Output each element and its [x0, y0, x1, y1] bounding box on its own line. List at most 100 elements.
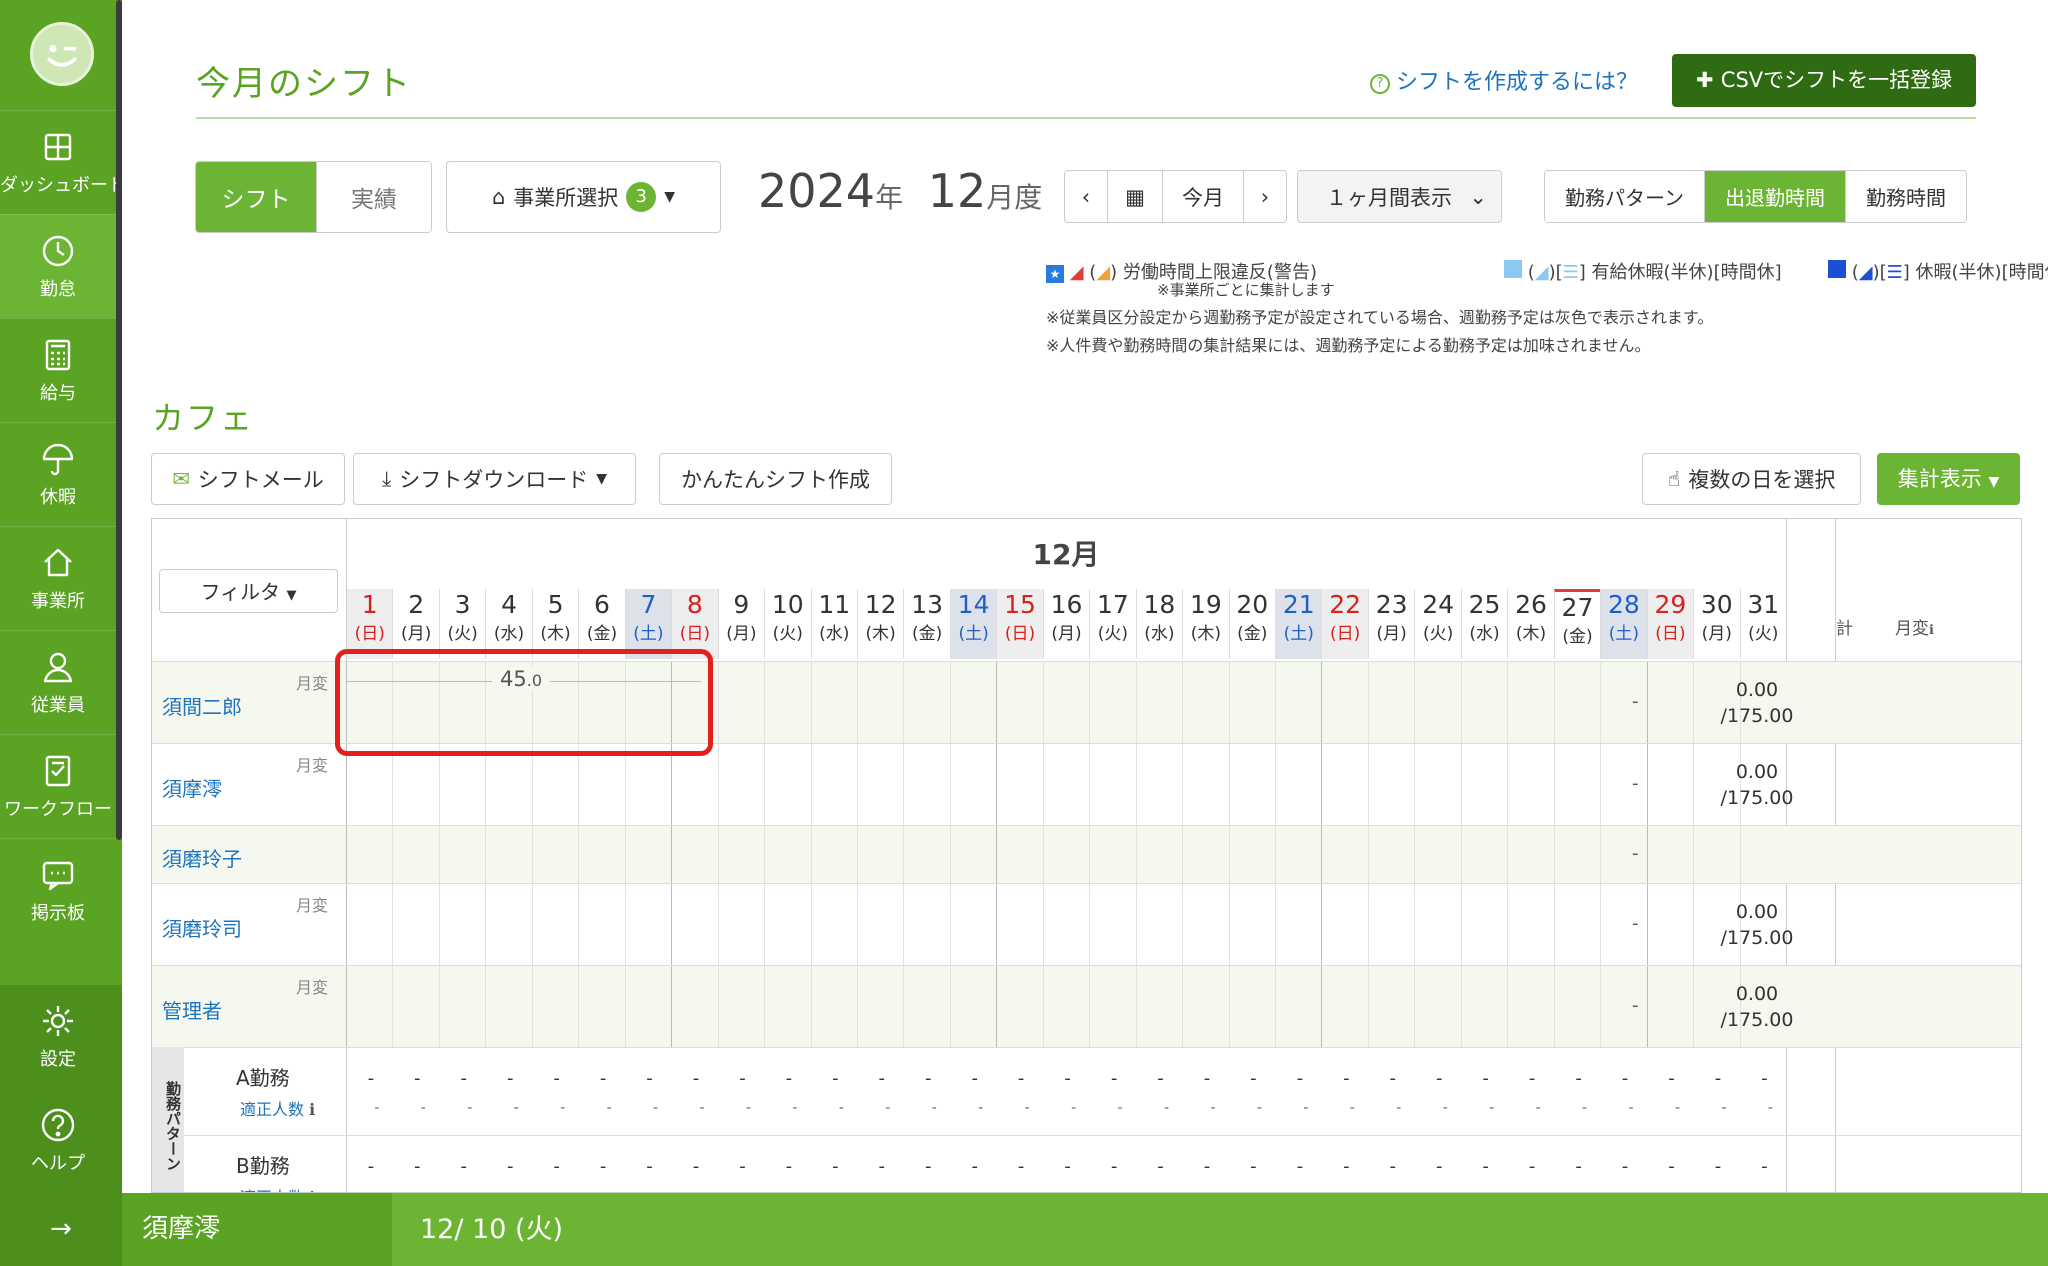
day-header[interactable]: 28 (土) — [1600, 589, 1647, 659]
calendar-button[interactable]: ▦ — [1107, 170, 1163, 223]
office-count-badge: 3 — [626, 182, 657, 212]
grid-line — [1089, 966, 1091, 1047]
easy-shift-button[interactable]: かんたんシフト作成 — [659, 453, 892, 505]
sidebar-item-settings[interactable]: 設定 — [0, 985, 116, 1089]
employee-name-link[interactable]: 管理者 — [162, 995, 222, 1024]
day-header[interactable]: 22 (日) — [1321, 589, 1368, 659]
shift-cells[interactable] — [346, 966, 1786, 1047]
sidebar-item-home[interactable]: 事業所 — [0, 526, 116, 630]
grid-line — [1089, 826, 1091, 883]
sidebar-item-chat[interactable]: 掲示板 — [0, 838, 116, 942]
day-header[interactable]: 26 (木) — [1507, 589, 1553, 659]
day-header[interactable]: 24 (火) — [1414, 589, 1460, 659]
grid-line — [392, 966, 394, 1047]
day-header[interactable]: 16 (月) — [1042, 589, 1089, 659]
grid-line — [856, 744, 858, 825]
sidebar-item-calculator[interactable]: 給与 — [0, 318, 116, 422]
day-header[interactable]: 4 (水) — [485, 589, 531, 659]
day-header[interactable]: 10 (火) — [764, 589, 810, 659]
day-header[interactable]: 9 (月) — [717, 589, 764, 659]
this-month-button[interactable]: 今月 — [1162, 170, 1244, 223]
sidebar-item-workflow[interactable]: ワークフロー — [0, 734, 116, 838]
period-select[interactable]: １ヶ月間表示 ⌄ — [1297, 170, 1502, 223]
day-header[interactable]: 6 (金) — [578, 589, 624, 659]
pattern-count: - — [506, 1068, 514, 1089]
day-header[interactable]: 19 (木) — [1182, 589, 1228, 659]
day-header[interactable]: 1 (日) — [346, 589, 393, 659]
day-header[interactable]: 15 (日) — [996, 589, 1043, 659]
shift-cells[interactable] — [346, 884, 1786, 965]
avatar[interactable] — [30, 22, 94, 86]
grid-line — [671, 744, 673, 825]
day-header[interactable]: 5 (木) — [531, 589, 578, 659]
csv-bulk-register-button[interactable]: ✚ CSVでシフトを一括登録 — [1672, 54, 1976, 107]
day-header[interactable]: 7 (土) — [624, 589, 672, 659]
mode-shift-button[interactable]: シフト — [196, 162, 316, 232]
grid-line — [1089, 884, 1091, 965]
day-header[interactable]: 14 (土) — [949, 589, 997, 659]
pattern-target: - — [1163, 1100, 1170, 1116]
shift-cells[interactable] — [346, 744, 1786, 825]
view-pattern-button[interactable]: 勤務パターン — [1545, 171, 1704, 222]
grid-line — [856, 662, 858, 743]
employee-name-link[interactable]: 須摩澪 — [162, 773, 222, 802]
week-total-indicator[interactable]: 45.0 — [347, 661, 701, 701]
grid-line — [1135, 744, 1137, 825]
view-inout-button[interactable]: 出退勤時間 — [1704, 171, 1845, 222]
day-header[interactable]: 20 (金) — [1228, 589, 1275, 659]
row-total: - — [1632, 843, 1639, 864]
prev-month-button[interactable]: ‹ — [1064, 170, 1108, 223]
pattern-count: - — [1482, 1068, 1489, 1089]
year-month-display: 2024年 12月度 — [758, 164, 1043, 218]
view-hours-button[interactable]: 勤務時間 — [1845, 171, 1966, 222]
day-header[interactable]: 25 (水) — [1460, 589, 1507, 659]
day-header[interactable]: 17 (火) — [1089, 589, 1135, 659]
day-header[interactable]: 21 (土) — [1275, 589, 1322, 659]
sidebar-item-clock[interactable]: 勤怠 — [0, 214, 116, 318]
employee-name-link[interactable]: 須磨玲司 — [162, 913, 242, 942]
day-header[interactable]: 11 (水) — [810, 589, 857, 659]
day-header[interactable]: 23 (月) — [1367, 589, 1414, 659]
workflow-icon — [45, 755, 71, 787]
next-month-button[interactable]: › — [1243, 170, 1287, 223]
shift-download-button[interactable]: ⤓ シフトダウンロード ▼ — [353, 453, 636, 505]
day-header[interactable]: 12 (木) — [856, 589, 903, 659]
day-header[interactable]: 31 (火) — [1739, 589, 1786, 659]
day-weekday: (火) — [1097, 624, 1129, 644]
day-header[interactable]: 3 (火) — [438, 589, 485, 659]
day-number: 29 — [1654, 590, 1687, 619]
pattern-count: - — [692, 1156, 700, 1177]
pattern-count: - — [460, 1068, 467, 1089]
day-header[interactable]: 27 (金) — [1553, 589, 1601, 659]
grid-month-header: 12月 — [1032, 538, 1100, 571]
pattern-count: - — [553, 1156, 560, 1177]
day-header[interactable]: 29 (日) — [1646, 589, 1694, 659]
pattern-count: - — [971, 1156, 978, 1177]
grid-line — [392, 826, 394, 883]
help-link[interactable]: ? シフトを作成するには？ — [1370, 64, 1638, 96]
multi-day-select-button[interactable]: ☝ 複数の日を選択 — [1642, 453, 1861, 505]
view-toggle: 勤務パターン 出退勤時間 勤務時間 — [1544, 170, 1967, 223]
sidebar-collapse-button[interactable]: → — [0, 1193, 122, 1266]
shift-cells[interactable] — [346, 826, 1786, 883]
sidebar-item-help[interactable]: ヘルプ — [0, 1089, 116, 1193]
day-header[interactable]: 2 (月) — [392, 589, 438, 659]
grid-line — [1182, 826, 1184, 883]
sidebar-item-person[interactable]: 従業員 — [0, 630, 116, 734]
sidebar-item-dashboard[interactable]: ダッシュボード — [0, 110, 126, 214]
filter-dropdown[interactable]: フィルタ ▼ — [159, 569, 338, 613]
row-total: - — [1632, 913, 1639, 934]
day-header[interactable]: 13 (金) — [903, 589, 949, 659]
grid-line — [810, 744, 812, 825]
employee-name-link[interactable]: 須磨玲子 — [162, 843, 242, 872]
day-header[interactable]: 30 (月) — [1693, 589, 1739, 659]
day-weekday: (月) — [1051, 624, 1082, 644]
sidebar-item-umbrella[interactable]: 休暇 — [0, 422, 116, 526]
pattern-target: - — [513, 1100, 519, 1116]
summary-view-button[interactable]: 集計表示 ▼ — [1877, 453, 2020, 505]
day-header[interactable]: 8 (日) — [671, 589, 718, 659]
employee-name-link[interactable]: 須間二郎 — [162, 691, 242, 720]
shift-mail-button[interactable]: ✉ シフトメール — [151, 453, 345, 505]
grid-line — [1507, 662, 1509, 743]
day-header[interactable]: 18 (水) — [1135, 589, 1182, 659]
